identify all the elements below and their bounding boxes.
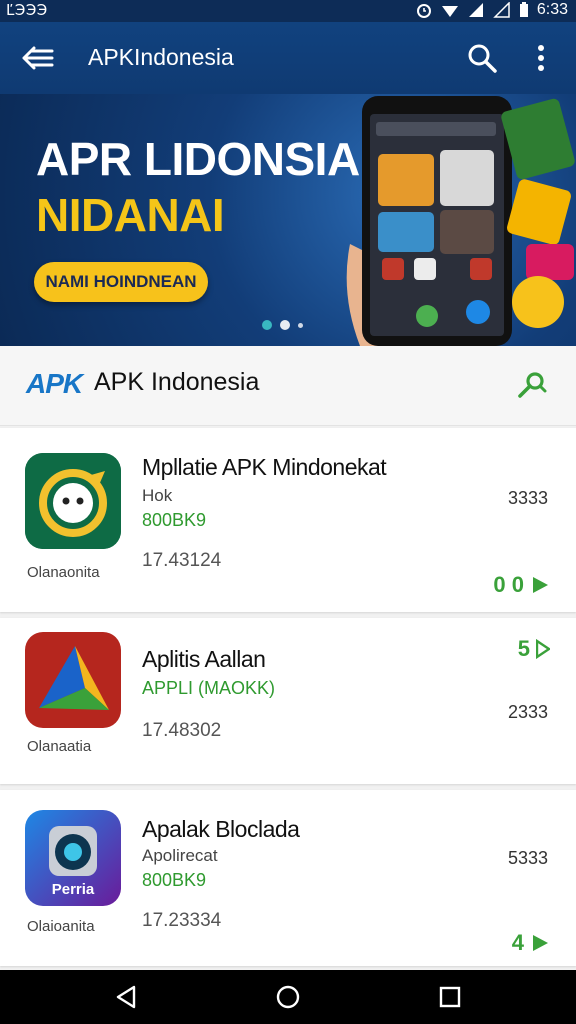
- signal-2-icon: [493, 2, 510, 18]
- app-subtitle: Hok: [142, 486, 173, 505]
- apk-logo: APK: [26, 368, 83, 399]
- banner-subheadline: NIDANAI: [36, 189, 225, 241]
- app-name: Mpllatie APK Mindonekat: [142, 454, 387, 480]
- play-arrow-icon: [533, 577, 548, 593]
- alarm-icon: [416, 4, 431, 18]
- system-navigation-bar: [0, 970, 576, 1024]
- app-list-item[interactable]: Olanaatia Aplitis Aallan APPLI (MAOKK) 1…: [0, 618, 576, 784]
- app-developer: Olanaatia: [27, 738, 92, 755]
- app-name: Apalak Bloclada: [142, 816, 300, 842]
- banner-pagination: [262, 320, 303, 330]
- home-icon[interactable]: [275, 984, 301, 1010]
- app-logo-icon: [25, 453, 121, 549]
- svg-text:Perria: Perria: [52, 881, 95, 898]
- section-title: APK Indonesia: [94, 368, 260, 396]
- app-size: APPLI (MAOKK): [142, 678, 276, 698]
- search-icon[interactable]: [466, 42, 498, 74]
- search-icon[interactable]: [516, 368, 548, 400]
- battery-icon: [519, 2, 528, 17]
- app-version: 17.43124: [142, 550, 222, 571]
- app-developer: Olaioanita: [27, 918, 95, 935]
- app-version: 17.48302: [142, 720, 222, 741]
- app-icon[interactable]: [25, 453, 121, 549]
- status-time: 6:33: [536, 1, 568, 18]
- app-subtitle: Apolirecat: [142, 846, 218, 865]
- download-count: 0 0: [493, 572, 524, 597]
- pagination-dot[interactable]: [298, 322, 303, 328]
- section-header: APK APK Indonesia: [0, 346, 576, 426]
- more-options-icon[interactable]: [530, 42, 552, 74]
- app-toolbar: APKIndonesia: [0, 22, 576, 94]
- app-size: 800BK9: [142, 510, 207, 530]
- back-icon[interactable]: [114, 984, 140, 1010]
- download-count: 5: [517, 636, 530, 661]
- app-logo-icon: [25, 632, 121, 728]
- play-arrow-icon: [536, 639, 550, 659]
- status-right: 6:33: [415, 1, 568, 19]
- pagination-dot[interactable]: [280, 320, 290, 330]
- phone-illustration: [346, 96, 575, 346]
- pagination-dot-active[interactable]: [262, 320, 272, 330]
- recents-icon[interactable]: [437, 984, 463, 1010]
- app-list-item[interactable]: Olanaonita Mpllatie APK Mindonekat Hok 8…: [0, 428, 576, 612]
- app-rating: 2333: [507, 702, 548, 722]
- toolbar-title: APKIndonesia: [88, 44, 234, 70]
- app-rating: 5333: [507, 848, 548, 868]
- app-version: 17.23334: [142, 910, 222, 931]
- banner-cta-button[interactable]: NAMI HOINDNEAN: [34, 262, 208, 302]
- status-bar: ĽЭЭЭ 6:33: [0, 0, 576, 22]
- wifi-icon: [441, 6, 458, 17]
- app-icon[interactable]: [25, 632, 121, 728]
- download-action[interactable]: 4: [512, 930, 550, 956]
- promo-banner[interactable]: APR LIDONSIA NIDANAI NAMI HOINDNEAN: [0, 94, 576, 346]
- back-arrow-icon[interactable]: [20, 42, 56, 74]
- banner-headline: APR LIDONSIA: [36, 133, 360, 185]
- download-action[interactable]: 0 0: [493, 572, 550, 598]
- signal-icon: [468, 3, 483, 17]
- app-name: Aplitis Aallan: [142, 646, 266, 672]
- download-action[interactable]: 5: [518, 636, 550, 662]
- download-count: 4: [511, 930, 524, 955]
- app-size: 800BK9: [142, 870, 207, 890]
- play-arrow-icon: [533, 935, 548, 951]
- app-logo-icon: Perria: [25, 810, 121, 906]
- app-list-item[interactable]: Perria Olaioanita Apalak Bloclada Apolir…: [0, 790, 576, 966]
- app-developer: Olanaonita: [27, 564, 100, 581]
- status-left-text: ĽЭЭЭ: [6, 1, 48, 19]
- app-icon[interactable]: Perria: [25, 810, 121, 906]
- app-rating: 3333: [507, 488, 548, 508]
